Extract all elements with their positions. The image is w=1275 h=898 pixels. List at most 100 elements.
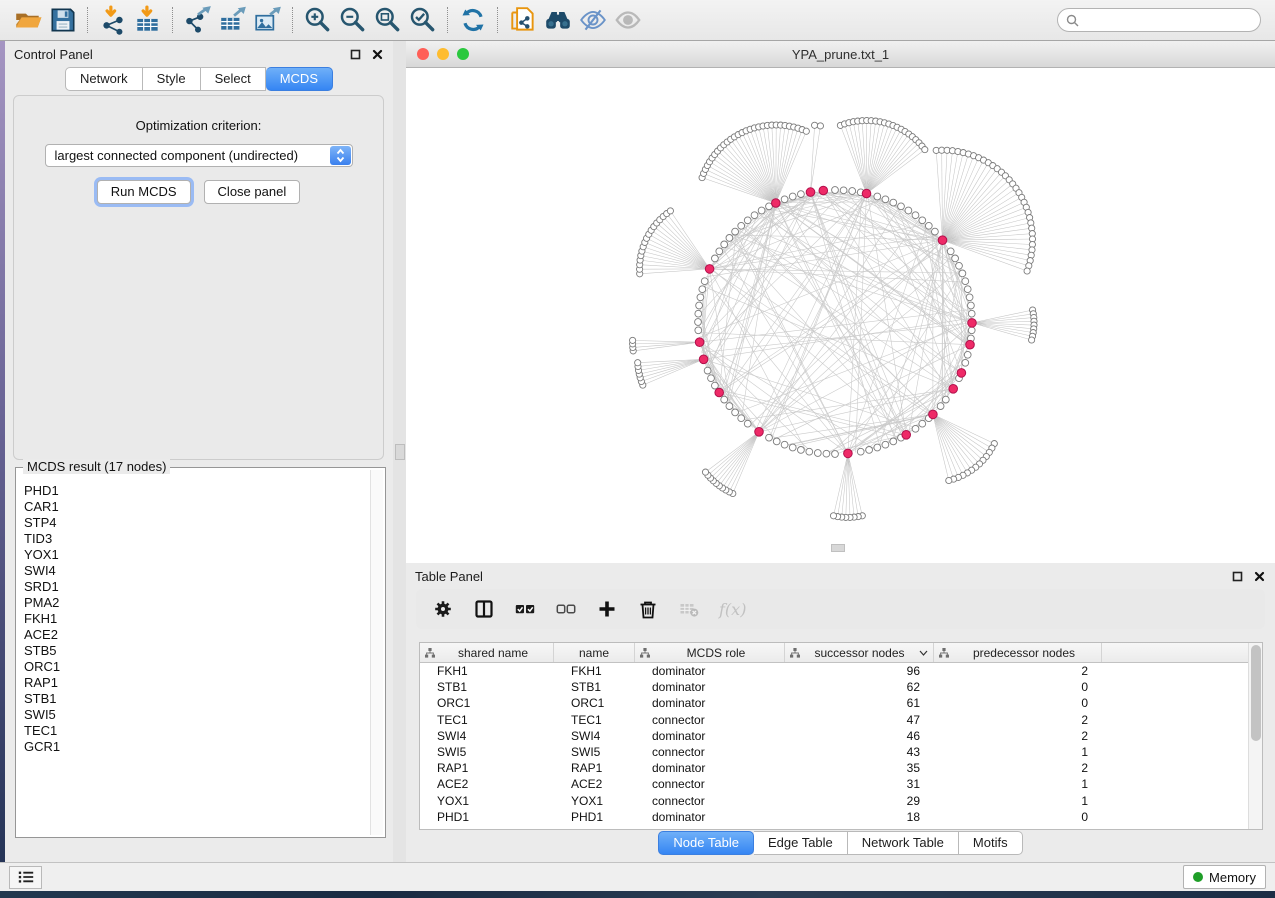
toggle-graphics-details-icon[interactable] [575,3,610,37]
cell-shared-name: SWI5 [420,744,554,760]
close-table-panel-icon[interactable] [1252,569,1266,583]
find-icon[interactable] [540,3,575,37]
zoom-out-icon[interactable] [335,3,370,37]
tab-edge-table[interactable]: Edge Table [754,831,848,855]
network-canvas[interactable] [406,68,1275,562]
table-row[interactable]: ACE2ACE2connector311 [420,776,1262,792]
mcds-result-item[interactable]: SWI4 [24,563,370,579]
control-panel-header: Control Panel [5,41,393,67]
memory-button[interactable]: Memory [1183,865,1266,889]
network-window-titlebar[interactable]: YPA_prune.txt_1 [406,41,1275,68]
cell-MCDS-role: dominator [635,663,785,679]
column-header-predecessor-nodes[interactable]: predecessor nodes [934,643,1102,662]
tab-mcds[interactable]: MCDS [266,67,333,91]
export-network-icon[interactable] [180,3,215,37]
horizontal-splitter-handle[interactable] [831,544,845,552]
import-table-icon[interactable] [130,3,165,37]
table-row[interactable]: SWI4SWI4dominator462 [420,728,1262,744]
splitter-handle[interactable] [395,444,405,460]
table-row[interactable]: SWI5SWI5connector431 [420,744,1262,760]
tab-network[interactable]: Network [65,67,143,91]
cell-predecessor-nodes: 0 [934,695,1102,711]
toggle-columns-icon[interactable] [473,597,495,621]
hide-all-columns-icon[interactable] [555,597,577,621]
mcds-result-item[interactable]: STP4 [24,515,370,531]
close-panel-button[interactable]: Close panel [204,180,301,204]
cell-MCDS-role: dominator [635,695,785,711]
mcds-result-item[interactable]: STB1 [24,691,370,707]
cell-shared-name: ORC1 [420,695,554,711]
save-session-icon[interactable] [45,3,80,37]
search-icon [1066,14,1079,27]
table-row[interactable]: PHD1PHD1dominator180 [420,809,1262,825]
cell-shared-name: YOX1 [420,793,554,809]
search-box[interactable] [1057,8,1261,32]
mcds-result-item[interactable]: ACE2 [24,627,370,643]
tab-style[interactable]: Style [143,67,201,91]
column-header-MCDS-role[interactable]: MCDS role [635,643,785,662]
cell-shared-name: ACE2 [420,776,554,792]
mcds-result-item[interactable]: FKH1 [24,611,370,627]
column-header-name[interactable]: name [554,643,635,662]
mcds-result-item[interactable]: RAP1 [24,675,370,691]
column-header-successor-nodes[interactable]: successor nodes [785,643,934,662]
maximize-window-icon[interactable] [457,48,469,60]
search-input[interactable] [1084,12,1252,28]
mcds-result-item[interactable]: PHD1 [24,483,370,499]
task-history-button[interactable] [9,866,42,889]
export-image-icon[interactable] [250,3,285,37]
cell-predecessor-nodes: 0 [934,679,1102,695]
tab-network-table[interactable]: Network Table [848,831,959,855]
table-row[interactable]: TEC1TEC1connector472 [420,712,1262,728]
mcds-result-item[interactable]: STB5 [24,643,370,659]
minimize-window-icon[interactable] [437,48,449,60]
close-window-icon[interactable] [417,48,429,60]
tab-node-table[interactable]: Node Table [658,831,754,855]
cell-successor-nodes: 47 [785,712,934,728]
close-panel-icon[interactable] [370,47,384,61]
network-graph[interactable] [406,68,1275,562]
mcds-result-item[interactable]: TID3 [24,531,370,547]
table-row[interactable]: ORC1ORC1dominator610 [420,695,1262,711]
tab-motifs[interactable]: Motifs [959,831,1023,855]
table-scrollbar-thumb[interactable] [1251,645,1261,741]
zoom-selected-icon[interactable] [405,3,440,37]
table-scrollbar[interactable] [1248,643,1262,829]
tab-select[interactable]: Select [201,67,266,91]
delete-columns-icon[interactable] [637,597,659,621]
result-list-scrollbar[interactable] [370,470,383,835]
control-panel-title: Control Panel [14,47,340,62]
refresh-layout-icon[interactable] [455,3,490,37]
mcds-result-item[interactable]: CAR1 [24,499,370,515]
cell-successor-nodes: 35 [785,760,934,776]
mcds-result-item[interactable]: SRD1 [24,579,370,595]
mcds-result-item[interactable]: ORC1 [24,659,370,675]
network-from-selection-icon[interactable] [505,3,540,37]
mcds-result-item[interactable]: PMA2 [24,595,370,611]
cell-successor-nodes: 31 [785,776,934,792]
vertical-splitter[interactable] [393,41,407,862]
optimization-criterion-select[interactable]: largest connected component (undirected) [45,144,353,167]
open-session-icon[interactable] [10,3,45,37]
mcds-result-item[interactable]: YOX1 [24,547,370,563]
show-all-columns-icon[interactable] [514,597,536,621]
column-header-shared-name[interactable]: shared name [420,643,554,662]
mcds-result-item[interactable]: SWI5 [24,707,370,723]
cell-MCDS-role: connector [635,744,785,760]
export-table-icon[interactable] [215,3,250,37]
table-settings-icon[interactable] [432,597,454,621]
create-column-icon[interactable] [596,597,618,621]
zoom-in-icon[interactable] [300,3,335,37]
table-row[interactable]: RAP1RAP1dominator352 [420,760,1262,776]
shared-column-icon [939,648,949,658]
table-row[interactable]: YOX1YOX1connector291 [420,793,1262,809]
import-network-icon[interactable] [95,3,130,37]
zoom-fit-icon[interactable] [370,3,405,37]
mcds-result-item[interactable]: GCR1 [24,739,370,755]
table-row[interactable]: FKH1FKH1dominator962 [420,663,1262,679]
float-panel-icon[interactable] [348,47,362,61]
mcds-result-item[interactable]: TEC1 [24,723,370,739]
table-row[interactable]: STB1STB1dominator620 [420,679,1262,695]
run-mcds-button[interactable]: Run MCDS [97,180,191,204]
float-table-panel-icon[interactable] [1230,569,1244,583]
